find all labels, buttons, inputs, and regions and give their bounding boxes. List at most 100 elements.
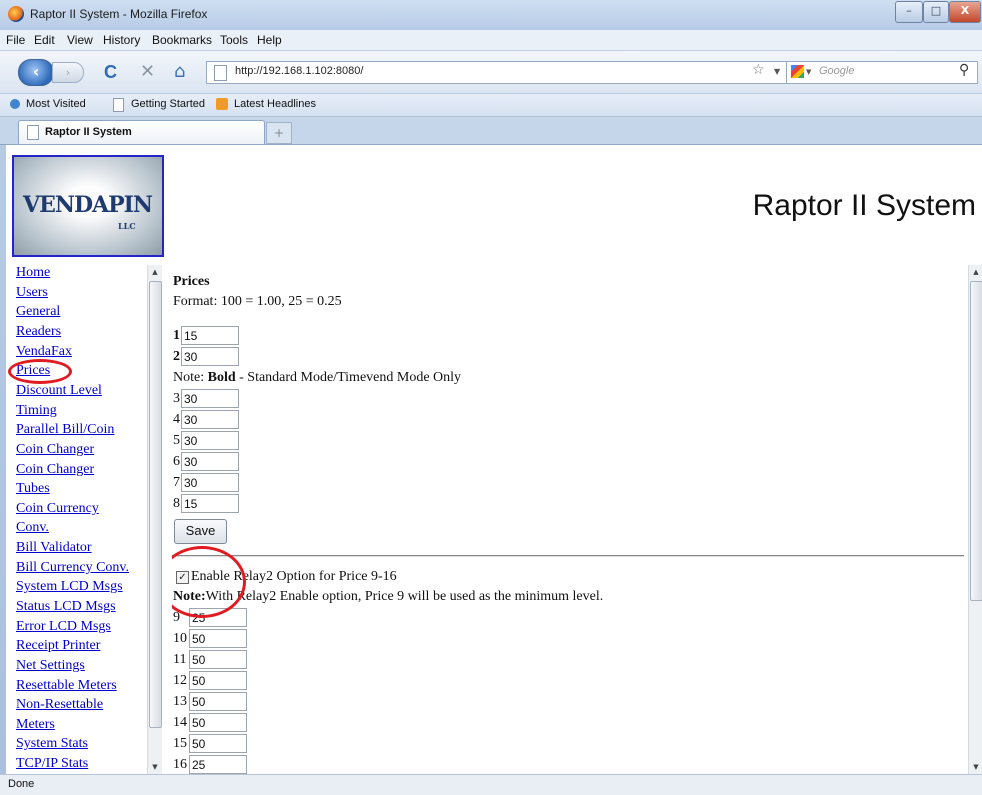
maximize-button[interactable]: □ [923, 1, 949, 23]
price-label-4: 4 [173, 412, 180, 427]
most-visited-icon [10, 99, 20, 109]
sidebar-item-system-lcd-msgs[interactable]: System LCD Msgs [16, 579, 123, 595]
scroll-down-icon[interactable]: ▼ [969, 760, 982, 774]
sidebar-item-non-resettable[interactable]: Non-Resettable [16, 697, 103, 713]
bookmark-latest-headlines[interactable]: Latest Headlines [234, 98, 316, 110]
sidebar-item-general[interactable]: General [16, 304, 60, 320]
page-content: VENDAPIN LLC Raptor II System Home Users… [6, 145, 982, 774]
price-input-16[interactable]: 25 [189, 755, 247, 774]
sidebar-item-net-settings[interactable]: Net Settings [16, 658, 85, 674]
price-input-8[interactable]: 15 [181, 494, 239, 513]
search-input[interactable]: Google [819, 65, 854, 77]
sidebar-scroll-thumb[interactable] [149, 281, 162, 728]
bookmark-most-visited[interactable]: Most Visited [26, 98, 86, 110]
sidebar-scrollbar[interactable]: ▲ ▼ [147, 265, 162, 774]
sidebar-item-readers[interactable]: Readers [16, 324, 61, 340]
menu-history[interactable]: History [103, 33, 140, 47]
bookmark-getting-started[interactable]: Getting Started [131, 98, 205, 110]
sidebar-item-receipt-printer[interactable]: Receipt Printer [16, 638, 100, 654]
price-input-10[interactable]: 50 [189, 629, 247, 648]
home-icon[interactable]: ⌂ [174, 62, 185, 82]
sidebar-item-tcp-ip-stats[interactable]: TCP/IP Stats [16, 756, 88, 772]
main-scrollbar[interactable]: ▲ ▼ [968, 265, 982, 774]
title-bar: Raptor II System - Mozilla Firefox – □ X [0, 0, 982, 30]
price-input-6[interactable]: 30 [181, 452, 239, 471]
price-input-3[interactable]: 30 [181, 389, 239, 408]
search-icon[interactable]: ⚲ [959, 62, 969, 78]
sidebar-item-error-lcd-msgs[interactable]: Error LCD Msgs [16, 619, 111, 635]
format-note: Format: 100 = 1.00, 25 = 0.25 [173, 294, 342, 309]
price-input-4[interactable]: 30 [181, 410, 239, 429]
search-engine-dropdown-icon[interactable]: ▼ [806, 68, 811, 76]
sidebar-item-bill-currency-conv[interactable]: Bill Currency Conv. [16, 560, 129, 576]
menu-file[interactable]: File [6, 33, 25, 47]
price-input-13[interactable]: 50 [189, 692, 247, 711]
price-label-2: 2 [173, 349, 180, 364]
logo-text: VENDAPIN [23, 192, 153, 218]
browser-window: Raptor II System - Mozilla Firefox – □ X… [0, 0, 982, 795]
price-input-12[interactable]: 50 [189, 671, 247, 690]
sidebar-item-status-lcd-msgs[interactable]: Status LCD Msgs [16, 599, 116, 615]
sidebar-item-vendafax[interactable]: VendaFax [16, 344, 72, 360]
prices-panel: Prices Format: 100 = 1.00, 25 = 0.25 1 1… [172, 265, 968, 774]
sidebar-item-non-resettable-meters[interactable]: Meters [16, 717, 55, 733]
new-tab-button[interactable]: + [266, 122, 292, 144]
sidebar-item-users[interactable]: Users [16, 285, 48, 301]
stop-icon[interactable]: ✕ [140, 62, 155, 82]
sidebar-item-tubes[interactable]: Tubes [16, 481, 50, 497]
price-input-11[interactable]: 50 [189, 650, 247, 669]
forward-button[interactable]: › [52, 62, 84, 83]
price-input-1[interactable]: 15 [181, 326, 239, 345]
scroll-up-icon[interactable]: ▲ [148, 265, 162, 279]
price-input-2[interactable]: 30 [181, 347, 239, 366]
bookmarks-bar: Most Visited Getting Started Latest Head… [0, 94, 982, 117]
main-scroll-thumb[interactable] [970, 281, 982, 601]
price-input-14[interactable]: 50 [189, 713, 247, 732]
reload-icon[interactable]: C [104, 62, 117, 82]
price-label-8: 8 [173, 496, 180, 511]
sidebar-item-coin-changer-2[interactable]: Coin Changer [16, 462, 94, 478]
sidebar-item-parallel-bill-coin[interactable]: Parallel Bill/Coin [16, 422, 114, 438]
menu-bookmarks[interactable]: Bookmarks [152, 33, 212, 47]
sidebar-item-resettable-meters[interactable]: Resettable Meters [16, 678, 117, 694]
sidebar-item-system-stats[interactable]: System Stats [16, 736, 88, 752]
bookmark-star-icon[interactable]: ☆ [752, 62, 765, 78]
sidebar-item-coin-currency[interactable]: Coin Currency [16, 501, 99, 517]
divider [172, 555, 964, 557]
price-label-1: 1 [173, 328, 180, 343]
sidebar-item-timing[interactable]: Timing [16, 403, 57, 419]
back-button[interactable]: ‹ [18, 59, 54, 86]
menu-help[interactable]: Help [257, 33, 282, 47]
page-icon [27, 125, 39, 140]
scroll-up-icon[interactable]: ▲ [969, 265, 982, 279]
save-button[interactable]: Save [174, 519, 227, 544]
relay2-note-text: With Relay2 Enable option, Price 9 will … [205, 589, 604, 604]
price-label-3: 3 [173, 391, 180, 406]
sidebar-item-home[interactable]: Home [16, 265, 50, 281]
price-input-7[interactable]: 30 [181, 473, 239, 492]
price-input-15[interactable]: 50 [189, 734, 247, 753]
url-dropdown-icon[interactable]: ▼ [774, 67, 780, 76]
menu-tools[interactable]: Tools [220, 33, 248, 47]
price-label-10: 10 [173, 631, 187, 646]
url-text[interactable]: http://192.168.1.102:8080/ [235, 65, 363, 77]
rss-icon [216, 98, 228, 110]
sidebar-item-coin-currency-conv[interactable]: Conv. [16, 520, 49, 536]
menu-edit[interactable]: Edit [34, 33, 55, 47]
minimize-button[interactable]: – [895, 1, 923, 23]
price-input-5[interactable]: 30 [181, 431, 239, 450]
note-prefix: Note: [173, 370, 208, 385]
search-box[interactable]: ▼ Google ⚲ [786, 61, 978, 84]
firefox-logo-icon [8, 6, 24, 22]
price-label-15: 15 [173, 736, 187, 751]
sidebar-item-coin-changer[interactable]: Coin Changer [16, 442, 94, 458]
sidebar-item-discount-level[interactable]: Discount Level [16, 383, 102, 399]
sidebar-item-bill-validator[interactable]: Bill Validator [16, 540, 92, 556]
scroll-down-icon[interactable]: ▼ [148, 760, 162, 774]
close-button[interactable]: X [949, 1, 981, 23]
menu-bar: File Edit View History Bookmarks Tools H… [0, 30, 982, 51]
menu-view[interactable]: View [67, 33, 93, 47]
page-icon [113, 98, 124, 112]
price-label-11: 11 [173, 652, 187, 667]
tab-raptor-ii-system[interactable]: Raptor II System [18, 120, 265, 144]
